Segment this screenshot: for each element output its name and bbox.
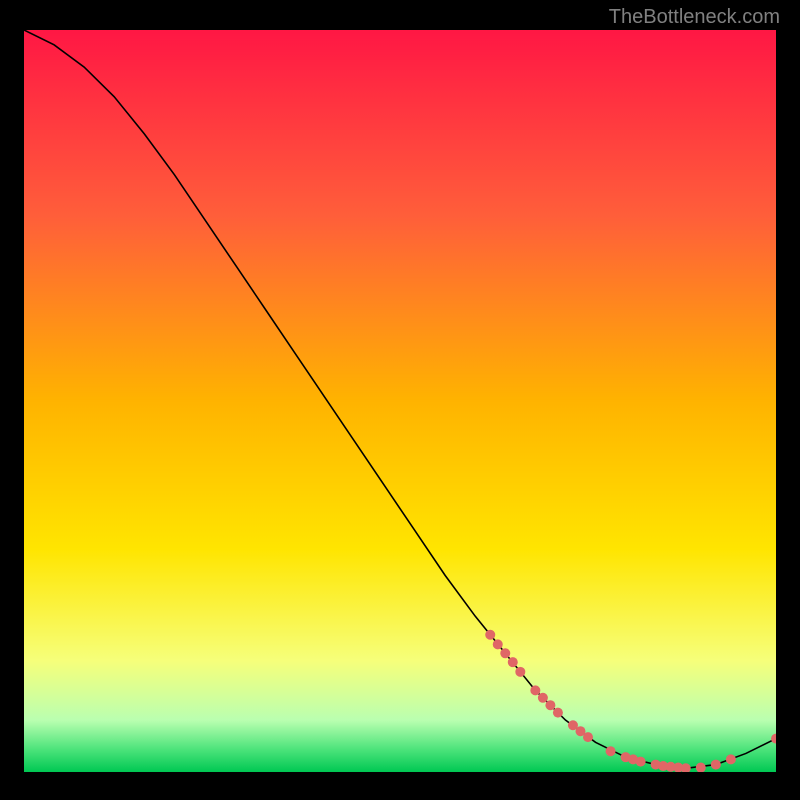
chart-container: TheBottleneck.com <box>0 0 800 800</box>
highlight-point <box>538 693 548 703</box>
highlight-point <box>530 685 540 695</box>
gradient-background <box>24 30 776 772</box>
highlight-point <box>508 657 518 667</box>
highlight-point <box>606 746 616 756</box>
highlight-point <box>485 630 495 640</box>
highlight-point <box>493 639 503 649</box>
highlight-point <box>636 757 646 767</box>
highlight-point <box>583 732 593 742</box>
highlight-point <box>500 648 510 658</box>
chart-svg <box>24 30 776 772</box>
plot-area <box>24 30 776 772</box>
highlight-point <box>515 667 525 677</box>
highlight-point <box>545 700 555 710</box>
highlight-point <box>726 754 736 764</box>
highlight-point <box>553 708 563 718</box>
highlight-point <box>711 760 721 770</box>
watermark-text: TheBottleneck.com <box>609 6 780 29</box>
